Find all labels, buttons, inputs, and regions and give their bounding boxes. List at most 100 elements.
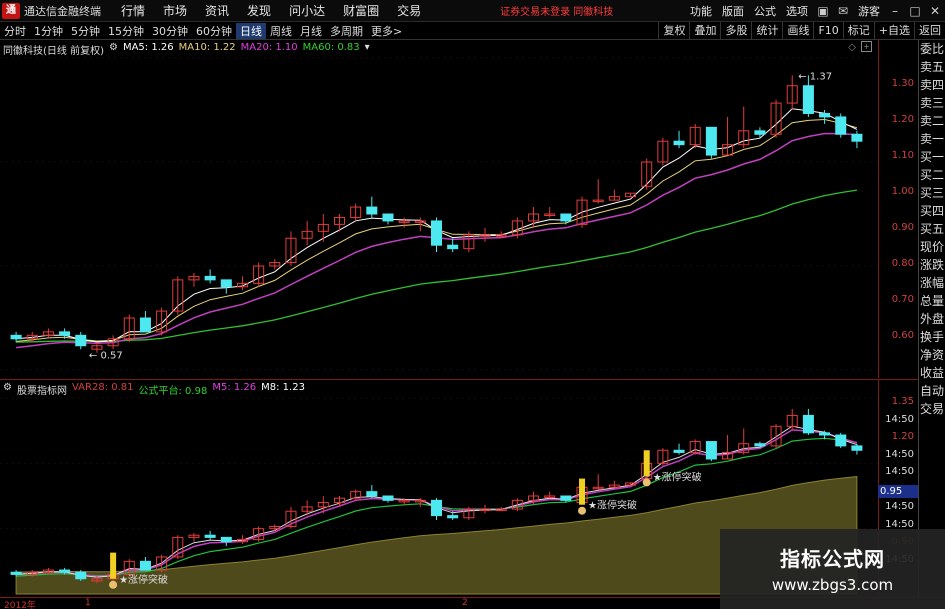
menu-item[interactable]: 问小达 [280,2,334,19]
side-panel-item[interactable]: 收益 [919,364,945,382]
main-kline-chart[interactable]: ← 1.37 ← 0.57 同徽科技(日线 前复权) ⚙ MA5: 1.26 MA1… [0,40,878,378]
chart-tool-button[interactable]: 返回 [914,22,945,40]
current-price-box: 0.95 [878,485,918,498]
candle-body [139,317,151,333]
candle-body [705,126,717,156]
skin-icon[interactable]: ▣ [813,0,833,22]
candle-body [139,560,151,571]
side-panel-item[interactable]: 涨幅 [919,274,945,292]
indicator-tick: 1.35 [891,396,914,407]
app-logo: 通 [2,2,20,19]
period-tab[interactable]: 日线 [236,22,266,39]
collapse-icon[interactable]: ▾ [365,42,370,57]
side-panel-item[interactable]: 外盘 [919,310,945,328]
ma-legend-item: MA5: 1.26 [122,42,174,53]
side-panel-item[interactable]: 卖五 [919,58,945,76]
menu-functions[interactable]: 功能 [685,3,717,19]
side-panel-item[interactable]: 自动 [919,382,945,400]
menu-item[interactable]: 市场 [154,2,196,19]
chart-tool-button[interactable]: 画线 [782,22,813,40]
chart-tool-button[interactable]: 叠加 [689,22,720,40]
chart-tool-button[interactable]: 标记 [842,22,874,40]
side-panel-item[interactable]: 换手 [919,328,945,346]
maximize-icon[interactable]: □ [905,0,925,22]
settings-icon[interactable]: ⚙ [109,42,118,57]
price-tick: 0.70 [891,294,914,305]
signal-coin-icon [642,478,651,487]
diamond-icon[interactable]: ◇ [848,42,856,53]
side-panel-item[interactable]: 卖二 [919,112,945,130]
candle-body [220,536,232,543]
right-menu: 功能 版面 公式 选项 ▣ ✉ 游客 – □ ✕ [685,0,945,22]
minimize-icon[interactable]: – [885,0,905,22]
menu-options[interactable]: 选项 [781,3,813,19]
indicator-settings-icon[interactable]: ⚙ [3,382,12,397]
menu-item[interactable]: 发现 [238,2,280,19]
menu-layout[interactable]: 版面 [717,3,749,19]
main-chart-canvas[interactable]: ← 1.37 ← 0.57 [0,40,878,378]
chart-tool-button[interactable]: 多股 [720,22,751,40]
indicator-tick: 14:50 [885,413,914,425]
candle-body [10,571,22,575]
ma-legend: MA5: 1.26 MA10: 1.22 MA20: 1.10 MA60: 0.83 [123,42,360,57]
indicator-legend-item: VAR28: 0.81 [71,382,134,393]
candle-body [10,334,22,340]
side-panel-item[interactable]: 买一 [919,148,945,166]
indicator-values: VAR28: 0.81 公式平台: 0.98 M5: 1.26 M8: 1.23 [72,382,305,397]
period-tab[interactable]: 15分钟 [104,23,148,39]
side-panel-item[interactable]: 委比 [919,40,945,58]
ma-legend-item: MA60: 0.83 [302,42,360,53]
period-tab[interactable]: 多周期 [326,23,367,39]
side-panel-item[interactable]: 买二 [919,166,945,184]
period-tab[interactable]: 分时 [0,23,30,39]
watermark-url: www.zbgs3.com [771,576,894,594]
indicator-legend-item: M8: 1.23 [261,382,305,393]
chart-tool-button[interactable]: 统计 [751,22,782,40]
menu-item[interactable]: 资讯 [196,2,238,19]
message-icon[interactable]: ✉ [833,0,853,22]
expand-icon[interactable]: + [861,41,872,52]
main-price-axis: 1.30 1.20 1.10 1.00 0.90 0.80 0.70 0.60 [878,40,918,378]
side-panel-item[interactable]: 交易 [919,400,945,418]
side-panel-item[interactable]: 买五 [919,220,945,238]
side-panel-item[interactable]: 总量 [919,292,945,310]
side-panel-item[interactable]: 买三 [919,184,945,202]
watermark-title: 指标公式网 [780,547,885,571]
candle-body [366,491,378,497]
side-panel-item[interactable]: 净资 [919,346,945,364]
signal-label: ★涨停突破 [653,470,702,483]
close-icon[interactable]: ✕ [925,0,945,22]
period-tab[interactable]: 5分钟 [67,23,104,39]
period-tab[interactable]: 周线 [266,23,296,39]
guest-label[interactable]: 游客 [853,3,885,19]
period-tab[interactable]: 60分钟 [192,23,236,39]
side-panel-item[interactable]: 现价 [919,238,945,256]
indicator-legend-item: M5: 1.26 [212,382,257,393]
login-notice[interactable]: 证券交易未登录 同徽科技 [500,3,613,18]
chart-tool-button[interactable]: +自选 [873,22,914,40]
candle-body [673,140,685,146]
candle-body [447,515,459,519]
period-tab[interactable]: 30分钟 [148,23,192,39]
period-tab[interactable]: 月线 [296,23,326,39]
menu-item[interactable]: 财富圈 [334,2,388,19]
side-panel-item[interactable]: 涨跌 [919,256,945,274]
stock-label: 同徽科技(日线 前复权) [3,46,104,57]
period-tab[interactable]: 更多> [367,23,406,39]
side-panel-item[interactable]: 卖一 [919,130,945,148]
menu-item[interactable]: 交易 [388,2,430,19]
side-panel-item[interactable]: 卖四 [919,76,945,94]
side-panel-item[interactable]: 卖三 [919,94,945,112]
menu-item[interactable]: 行情 [112,2,154,19]
price-tick: 1.20 [891,114,914,125]
title-menu-bar: 通 通达信金融终端 行情 市场 资讯 发现 问小达 财富圈 交易 证券交易未登录 同徽科技 … [0,0,945,22]
chart-tool-button[interactable]: F10 [813,22,842,40]
chart-tool-button[interactable]: 复权 [658,22,689,40]
period-tab[interactable]: 1分钟 [30,23,67,39]
menu-formula[interactable]: 公式 [749,3,781,19]
side-panel-item[interactable]: 买四 [919,202,945,220]
period-tabs: 分时 1分钟 5分钟 15分钟 30分钟 60分钟 日线 周线 月线 多周期 更多> [0,22,406,39]
signal-coin-icon [109,580,118,589]
candle-body [59,331,71,336]
signal-coin-icon [578,506,587,515]
